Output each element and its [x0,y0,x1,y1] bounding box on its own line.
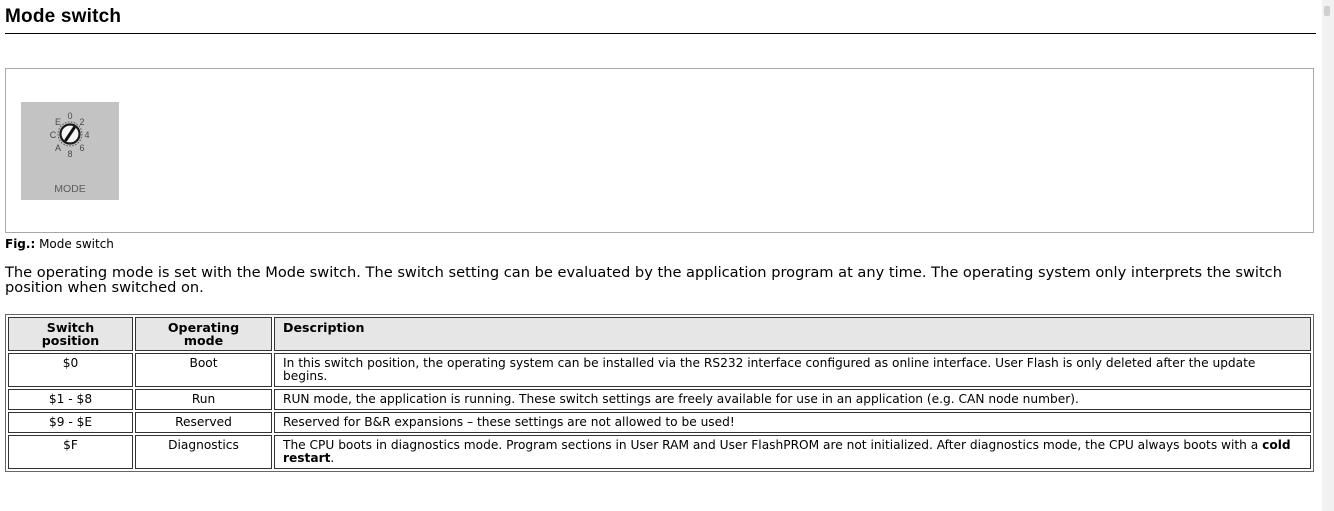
header-mode-line2: mode [183,333,224,348]
dial-digit: 4 [84,130,89,140]
table-row: $F Diagnostics The CPU boots in diagnost… [8,435,1311,469]
description-end-text: . [330,451,335,465]
table-row: $9 - $E Reserved Reserved for B&R expans… [8,412,1311,433]
cell-operating-mode: Run [135,389,272,410]
cell-description: RUN mode, the application is running. Th… [274,389,1311,410]
header-operating-mode: Operating mode [135,317,272,351]
intro-paragraph: The operating mode is set with the Mode … [5,264,1282,296]
dial-digit: 8 [67,149,72,159]
page-scrollbar[interactable] [1322,0,1334,511]
description-main-text: The CPU boots in diagnostics mode. Progr… [283,438,1263,452]
cell-operating-mode: Diagnostics [135,435,272,469]
dial-digit: 6 [79,143,84,153]
table-row: $0 Boot In this switch position, the ope… [8,353,1311,387]
dial-digit: C [50,130,57,140]
table-header-row: Switch position Operating mode Description [8,317,1311,351]
cell-operating-mode: Reserved [135,412,272,433]
cell-switch-position: $9 - $E [8,412,133,433]
caption-text: Mode switch [35,237,114,251]
cell-switch-position: $1 - $8 [8,389,133,410]
scrollbar-thumb[interactable] [1324,6,1330,16]
figure-frame: 0 2 4 6 8 A C E MODE [5,68,1314,233]
dial-digit: E [55,117,61,127]
dial-digit: 0 [67,111,72,121]
header-switch-line2: position [41,333,100,348]
title-underline [5,33,1316,34]
mode-switch-image: 0 2 4 6 8 A C E MODE [21,102,119,200]
cell-description: In this switch position, the operating s… [274,353,1311,387]
mode-switch-label: MODE [54,183,86,195]
header-switch-position: Switch position [8,317,133,351]
page-title: Mode switch [5,6,122,27]
operating-modes-table: Switch position Operating mode Description… [5,314,1314,472]
cell-description: Reserved for B&R expansions – these sett… [274,412,1311,433]
dial-digit: 2 [79,117,84,127]
rotary-switch-icon: 0 2 4 6 8 A C E MODE [50,111,90,195]
dial-digit: A [55,143,61,153]
figure-caption: Fig.: Mode switch [5,237,114,251]
cell-description: The CPU boots in diagnostics mode. Progr… [274,435,1311,469]
caption-prefix: Fig.: [5,237,36,251]
header-description: Description [274,317,1311,351]
table-row: $1 - $8 Run RUN mode, the application is… [8,389,1311,410]
cell-switch-position: $F [8,435,133,469]
cell-switch-position: $0 [8,353,133,387]
cell-operating-mode: Boot [135,353,272,387]
